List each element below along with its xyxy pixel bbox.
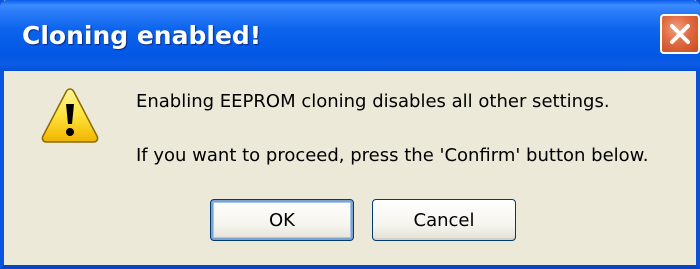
- dialog-title: Cloning enabled!: [22, 21, 262, 50]
- message-line-2: If you want to proceed, press the 'Confi…: [136, 145, 649, 166]
- close-icon: [670, 24, 690, 44]
- ok-button-label: OK: [269, 209, 295, 231]
- cancel-button-label: Cancel: [413, 209, 475, 231]
- cancel-button[interactable]: Cancel: [372, 199, 516, 241]
- message-line-1: Enabling EEPROM cloning disables all oth…: [136, 91, 610, 112]
- title-bar[interactable]: Cloning enabled!: [0, 0, 700, 71]
- dialog-window: Cloning enabled! Enabling EEPROM cloning…: [0, 0, 700, 269]
- close-button[interactable]: [660, 14, 700, 54]
- warning-icon: [41, 88, 99, 143]
- ok-button[interactable]: OK: [210, 199, 354, 241]
